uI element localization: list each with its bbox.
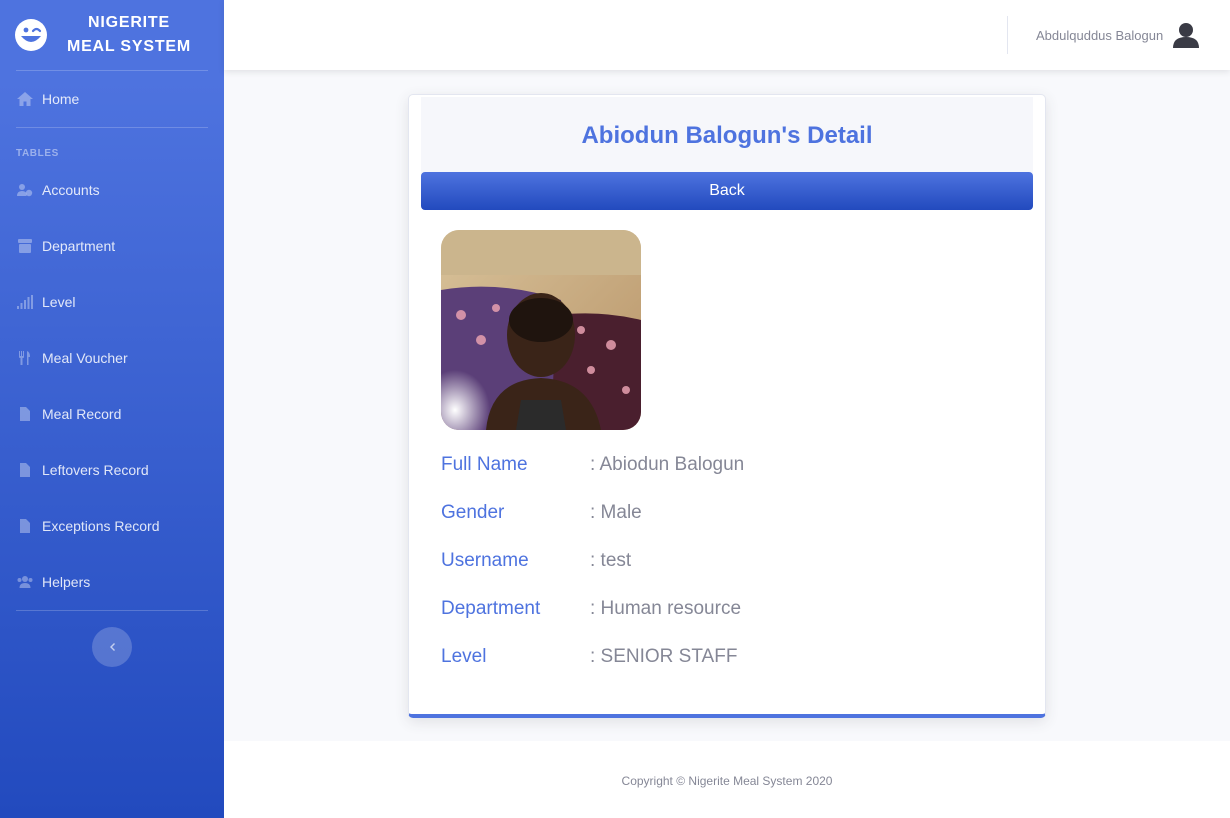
brand-line-2: MEAL SYSTEM xyxy=(66,38,192,55)
detail-row-level: Level : SENIOR STAFF xyxy=(441,646,737,672)
copyright-text: Copyright © Nigerite Meal System 2020 xyxy=(621,773,833,788)
sidebar-item-label: Helpers xyxy=(42,574,91,590)
users-icon xyxy=(16,575,33,589)
detail-card: Abiodun Balogun's Detail Back Full Name … xyxy=(408,94,1046,718)
detail-label: Username xyxy=(441,550,529,571)
signal-icon xyxy=(16,295,33,309)
sidebar-item-helpers[interactable]: Helpers xyxy=(0,554,224,610)
sidebar-item-label: Exceptions Record xyxy=(42,518,160,534)
sidebar-item-label: Meal Voucher xyxy=(42,350,128,366)
sidebar-item-label: Meal Record xyxy=(42,406,122,422)
sidebar-item-label: Accounts xyxy=(42,182,100,198)
detail-row-full-name: Full Name : Abiodun Balogun xyxy=(441,454,744,480)
sidebar-item-label: Home xyxy=(42,91,80,107)
users-cog-icon xyxy=(16,183,33,197)
sidebar-item-label: Leftovers Record xyxy=(42,462,149,478)
sidebar-item-meal-record[interactable]: Meal Record xyxy=(0,386,224,442)
detail-label: Level xyxy=(441,646,487,667)
sidebar-item-home[interactable]: Home xyxy=(0,71,224,127)
sidebar-brand[interactable]: NIGERITE MEAL SYSTEM xyxy=(0,0,224,70)
detail-label: Department xyxy=(441,598,541,619)
sidebar-item-meal-voucher[interactable]: Meal Voucher xyxy=(0,330,224,386)
sidebar-toggle-wrap xyxy=(0,611,224,667)
detail-value: : Abiodun Balogun xyxy=(590,454,745,475)
sidebar-item-level[interactable]: Level xyxy=(0,274,224,330)
user-icon[interactable] xyxy=(1172,22,1200,48)
topbar-divider xyxy=(1007,16,1008,54)
topbar: Abdulquddus Balogun xyxy=(224,0,1230,70)
archive-icon xyxy=(16,239,33,253)
brand-name: NIGERITE MEAL SYSTEM xyxy=(48,11,224,59)
user-name[interactable]: Abdulquddus Balogun xyxy=(1036,28,1163,43)
back-button[interactable]: Back xyxy=(421,172,1033,210)
detail-value: : test xyxy=(590,550,632,571)
brand-line-1: NIGERITE xyxy=(88,14,170,31)
sidebar-item-leftovers-record[interactable]: Leftovers Record xyxy=(0,442,224,498)
detail-value: : SENIOR STAFF xyxy=(590,646,738,667)
footer: Copyright © Nigerite Meal System 2020 xyxy=(224,741,1230,818)
sidebar-heading: TABLES xyxy=(16,148,59,159)
profile-photo xyxy=(441,230,641,430)
home-icon xyxy=(16,92,33,106)
utensils-icon xyxy=(16,351,33,365)
sidebar-item-exceptions-record[interactable]: Exceptions Record xyxy=(0,498,224,554)
file-alt-icon xyxy=(16,463,33,477)
detail-row-gender: Gender : Male xyxy=(441,502,642,528)
laugh-wink-icon xyxy=(15,19,47,51)
sidebar-item-label: Level xyxy=(42,294,76,310)
detail-row-department: Department : Human resource xyxy=(441,598,741,624)
sidebar-item-label: Department xyxy=(42,238,116,254)
detail-value: : Human resource xyxy=(590,598,742,619)
detail-row-username: Username : test xyxy=(441,550,631,576)
sidebar: NIGERITE MEAL SYSTEM Home TABLES Account… xyxy=(0,0,224,818)
sidebar-toggle-button[interactable] xyxy=(92,627,132,667)
detail-label: Full Name xyxy=(441,454,528,475)
file-alt-icon xyxy=(16,519,33,533)
detail-label: Gender xyxy=(441,502,505,523)
file-icon xyxy=(16,407,33,421)
page-title: Abiodun Balogun's Detail xyxy=(581,122,873,149)
detail-value: : Male xyxy=(590,502,642,523)
card-header: Abiodun Balogun's Detail xyxy=(421,97,1033,173)
chevron-left-icon xyxy=(110,643,115,651)
sidebar-item-department[interactable]: Department xyxy=(0,218,224,274)
sidebar-item-accounts[interactable]: Accounts xyxy=(0,162,224,218)
